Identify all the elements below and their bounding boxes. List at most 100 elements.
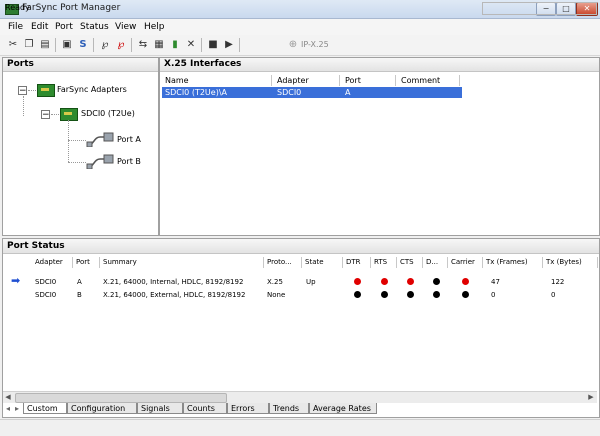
tree-adapter-label[interactable]: SDCI0 (T2Ue) <box>81 109 135 118</box>
stop-icon[interactable]: ■ <box>206 38 220 52</box>
column-header-state[interactable]: State <box>303 257 343 268</box>
collapse-icon[interactable]: − <box>41 110 50 120</box>
column-header-tx-frames[interactable]: Tx (Frames) <box>484 257 543 268</box>
row-a-protocol: X.25 <box>267 278 283 286</box>
row-a-state: Up <box>306 278 316 286</box>
ports-pane: Ports − FarSync Adapters − SDCI0 (T2Ue) … <box>2 57 159 236</box>
paste-icon[interactable]: ▤ <box>38 38 52 52</box>
row-a-port: A <box>77 278 82 286</box>
column-header-port[interactable]: Port <box>342 75 396 86</box>
loopback-icon[interactable]: ⇆ <box>136 38 150 52</box>
tab-scroll-right-icon[interactable]: ▸ <box>12 403 22 414</box>
status-icon[interactable]: ▣ <box>60 38 74 52</box>
row-b-tx-frames: 0 <box>491 291 496 299</box>
column-header-comment[interactable]: Comment <box>398 75 460 86</box>
row-a-cts-signal <box>407 278 414 285</box>
row-a-dtr-signal <box>354 278 361 285</box>
tab-configuration[interactable]: Configuration <box>67 403 137 414</box>
column-header-dsr[interactable]: D... <box>424 257 448 268</box>
column-header-rts[interactable]: RTS <box>372 257 397 268</box>
tree-port-b-label[interactable]: Port B <box>117 157 141 166</box>
menu-help[interactable]: Help <box>144 22 165 32</box>
row-a-tx-bytes: 122 <box>551 278 565 286</box>
chart-icon[interactable]: ▮ <box>168 38 182 52</box>
column-header-adapter[interactable]: Adapter <box>33 257 73 268</box>
interface-row-selected[interactable]: SDCI0 (T2Ue)\A SDCI0 A <box>162 87 462 98</box>
row-b-dsr-signal <box>433 291 440 298</box>
port-cable-icon <box>86 132 114 147</box>
tree-connector <box>51 114 59 115</box>
tree-connector <box>23 96 24 116</box>
row-a-summary: X.21, 64000, Internal, HDLC, 8192/8192 <box>103 278 244 286</box>
adapter-board-icon <box>37 84 55 97</box>
toolbar-separator <box>131 38 132 52</box>
ipx25-icon[interactable]: ⊕ <box>286 38 300 52</box>
tab-counts[interactable]: Counts <box>183 403 227 414</box>
tab-errors[interactable]: Errors <box>227 403 269 414</box>
scrollbar-thumb[interactable] <box>15 393 227 403</box>
ipx25-label: IP-X.25 <box>301 40 329 49</box>
column-header-tx-bytes[interactable]: Tx (Bytes) <box>544 257 598 268</box>
row-a-tx-frames: 47 <box>491 278 500 286</box>
tab-average-rates[interactable]: Average Rates <box>309 403 377 414</box>
port-status-title: Port Status <box>3 239 599 254</box>
current-row-arrow-icon: ➡ <box>11 274 21 287</box>
menu-status[interactable]: Status <box>80 22 109 32</box>
port-cable-icon <box>86 154 114 169</box>
status-bar <box>0 419 600 436</box>
row-b-carrier-signal <box>462 291 469 298</box>
row-b-summary: X.21, 64000, External, HDLC, 8192/8192 <box>103 291 246 299</box>
interfaces-pane: X.25 Interfaces Name Adapter Port Commen… <box>159 57 600 236</box>
tree-port-a-label[interactable]: Port A <box>117 135 141 144</box>
column-header-adapter[interactable]: Adapter <box>274 75 340 86</box>
row-a-adapter: SDCI0 <box>35 278 57 286</box>
row-a-rts-signal <box>381 278 388 285</box>
port-unlink-icon[interactable]: ℘ <box>114 38 128 52</box>
copy-icon[interactable]: ❐ <box>22 38 36 52</box>
row-b-tx-bytes: 0 <box>551 291 556 299</box>
toolbar-separator <box>201 38 202 52</box>
column-header-port[interactable]: Port <box>74 257 100 268</box>
menu-file[interactable]: File <box>8 22 23 32</box>
toolbar: ✂ ❐ ▤ ▣ S ℘ ℘ ⇆ ▦ ▮ ✕ ■ ▶ ⊕ IP-X.25 <box>0 35 600 56</box>
tab-trends[interactable]: Trends <box>269 403 309 414</box>
toolbar-separator <box>93 38 94 52</box>
port-link-icon[interactable]: ℘ <box>98 38 112 52</box>
row-b-port: B <box>77 291 82 299</box>
row-a-dsr-signal <box>433 278 440 285</box>
column-header-name[interactable]: Name <box>162 75 272 86</box>
row-b-rts-signal <box>381 291 388 298</box>
delete-icon[interactable]: ✕ <box>184 38 198 52</box>
menu-edit[interactable]: Edit <box>31 22 48 32</box>
tree-root-label[interactable]: FarSync Adapters <box>57 85 127 94</box>
interface-adapter: SDCI0 <box>277 88 302 97</box>
scroll-left-icon[interactable]: ◀ <box>3 393 13 402</box>
row-a-carrier-signal <box>462 278 469 285</box>
menu-port[interactable]: Port <box>55 22 73 32</box>
column-header-dtr[interactable]: DTR <box>344 257 371 268</box>
stats-icon[interactable]: S <box>76 38 90 52</box>
menu-view[interactable]: View <box>115 22 136 32</box>
column-header-carrier[interactable]: Carrier <box>449 257 483 268</box>
collapse-icon[interactable]: − <box>18 86 27 96</box>
column-header-cts[interactable]: CTS <box>398 257 423 268</box>
tree-connector <box>28 90 36 91</box>
status-panel <box>482 2 597 15</box>
tab-custom[interactable]: Custom <box>23 403 67 414</box>
tree-connector <box>68 162 86 163</box>
tab-signals[interactable]: Signals <box>137 403 183 414</box>
tree-connector <box>68 120 69 162</box>
column-header-summary[interactable]: Summary <box>101 257 264 268</box>
scroll-right-icon[interactable]: ▶ <box>586 393 596 402</box>
row-b-protocol: None <box>267 291 286 299</box>
toolbar-separator <box>55 38 56 52</box>
row-b-cts-signal <box>407 291 414 298</box>
horizontal-scrollbar[interactable]: ◀ ▶ <box>3 391 597 403</box>
play-icon[interactable]: ▶ <box>222 38 236 52</box>
column-header-protocol[interactable]: Proto... <box>265 257 302 268</box>
interface-port: A <box>345 88 351 97</box>
properties-icon[interactable]: ▦ <box>152 38 166 52</box>
interfaces-pane-title: X.25 Interfaces <box>160 58 599 72</box>
cut-icon[interactable]: ✂ <box>6 38 20 52</box>
row-b-adapter: SDCI0 <box>35 291 57 299</box>
